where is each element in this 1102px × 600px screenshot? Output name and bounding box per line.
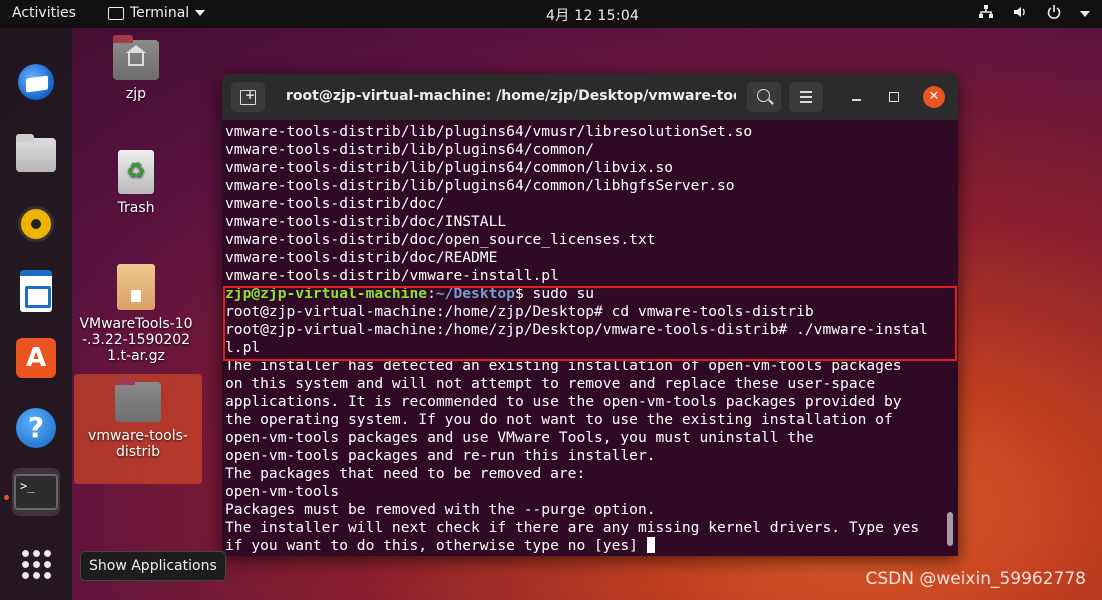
terminal-input-line[interactable]: if you want to do this, otherwise type n… (225, 537, 655, 555)
desktop-icon-label: Trash (117, 200, 155, 216)
show-applications-button[interactable] (12, 540, 60, 588)
thunderbird-icon (18, 64, 54, 100)
dock-software[interactable]: A (12, 334, 60, 382)
terminal-line: vmware-tools-distrib/lib/plugins64/commo… (225, 159, 674, 176)
desktop-icon-label: VMwareTools-10-.3.22-15902021.t-ar.gz (79, 316, 193, 364)
terminal-line: vmware-tools-distrib/lib/plugins64/vmusr… (225, 123, 753, 140)
activities-button[interactable]: Activities (12, 5, 76, 21)
top-bar: Activities Terminal 4月 12 15:04 (0, 0, 1102, 28)
terminal-question: if you want to do this, otherwise type n… (225, 537, 647, 554)
terminal-line: vmware-tools-distrib/doc/ (225, 195, 445, 212)
desktop-icon-trash[interactable]: ♻ Trash (72, 150, 200, 216)
csdn-watermark: CSDN @weixin_59962778 (865, 569, 1086, 589)
volume-icon[interactable] (1012, 4, 1028, 24)
software-icon: A (16, 338, 56, 378)
window-title: root@zjp-virtual-machine: /home/zjp/Desk… (286, 88, 736, 104)
trash-icon: ♻ (118, 150, 154, 194)
app-menu[interactable]: Terminal (108, 5, 206, 21)
menu-button[interactable] (789, 82, 823, 112)
dock-thunderbird[interactable] (12, 58, 60, 106)
tray-chevron-down-icon[interactable] (1080, 11, 1090, 17)
terminal-output[interactable]: vmware-tools-distrib/lib/plugins64/vmusr… (222, 120, 958, 556)
minimize-button[interactable] (846, 86, 868, 108)
help-icon: ? (16, 408, 56, 448)
annotation-highlight-box (223, 286, 957, 361)
dock-help[interactable]: ? (12, 404, 60, 452)
terminal-window: root@zjp-virtual-machine: /home/zjp/Desk… (222, 74, 958, 556)
home-folder-icon (113, 35, 159, 80)
search-button[interactable] (747, 82, 781, 112)
folder-icon (115, 377, 161, 422)
terminal-line: vmware-tools-distrib/doc/INSTALL (225, 213, 507, 230)
window-titlebar[interactable]: root@zjp-virtual-machine: /home/zjp/Desk… (222, 74, 958, 120)
terminal-icon: >_ (14, 474, 58, 510)
running-indicator (4, 495, 9, 500)
terminal-line: The installer will next check if there a… (225, 519, 920, 536)
new-tab-button[interactable] (231, 82, 265, 112)
rhythmbox-icon (18, 206, 54, 242)
app-menu-label: Terminal (130, 5, 190, 21)
terminal-line: the operating system. If you do not want… (225, 411, 893, 428)
terminal-line: applications. It is recommended to use t… (225, 393, 902, 410)
terminal-line: vmware-tools-distrib/vmware-install.pl (225, 267, 559, 284)
archive-icon (117, 264, 155, 310)
system-tray[interactable] (978, 4, 1090, 24)
clock[interactable]: 4月 12 15:04 (546, 5, 639, 25)
show-apps-icon (20, 548, 52, 580)
writer-icon (20, 270, 52, 312)
dock-terminal[interactable]: >_ (12, 468, 60, 516)
terminal-line: on this system and will not attempt to r… (225, 375, 876, 392)
maximize-button[interactable] (883, 86, 905, 108)
desktop-icon-label: zjp (125, 86, 147, 102)
terminal-line: vmware-tools-distrib/lib/plugins64/commo… (225, 177, 735, 194)
terminal-app-icon (108, 6, 124, 20)
desktop-icon-vmware-folder[interactable]: vmware-tools-distrib (74, 374, 202, 484)
network-icon[interactable] (978, 4, 994, 24)
text-cursor (646, 537, 655, 553)
close-button[interactable]: ✕ (923, 86, 945, 108)
dock: A ? >_ (0, 28, 72, 600)
terminal-line: vmware-tools-distrib/lib/plugins64/commo… (225, 141, 595, 158)
desktop-icon-label: vmware-tools-distrib (88, 428, 188, 460)
terminal-scrollbar[interactable] (947, 512, 953, 546)
terminal-line: vmware-tools-distrib/doc/open_source_lic… (225, 231, 656, 248)
desktop-icon-archive[interactable]: VMwareTools-10-.3.22-15902021.t-ar.gz (72, 264, 200, 364)
dock-rhythmbox[interactable] (12, 200, 60, 248)
terminal-line: The packages that need to be removed are… (225, 465, 586, 482)
desktop-icon-home[interactable]: zjp (72, 35, 200, 102)
terminal-line: open-vm-tools (225, 483, 340, 500)
files-icon (16, 134, 56, 172)
dock-writer[interactable] (12, 268, 60, 316)
terminal-line: Packages must be removed with the --purg… (225, 501, 656, 518)
chevron-down-icon (195, 10, 206, 16)
terminal-line: vmware-tools-distrib/doc/README (225, 249, 498, 266)
power-icon[interactable] (1046, 4, 1062, 24)
terminal-line: open-vm-tools packages and use VMware To… (225, 429, 814, 446)
terminal-line: open-vm-tools packages and re-run this i… (225, 447, 656, 464)
show-applications-tooltip: Show Applications (80, 551, 226, 581)
dock-files[interactable] (12, 130, 60, 178)
